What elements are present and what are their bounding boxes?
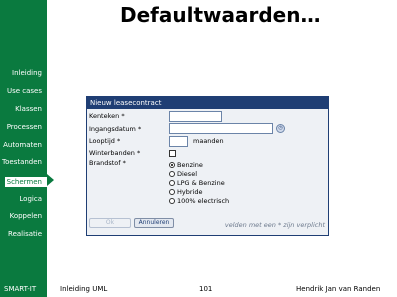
nav-item-realisatie[interactable]: Realisatie [8,230,42,238]
footer-author: Hendrik Jan van Randen [296,285,381,293]
radio-lpg-benzine[interactable]: LPG & Benzine [169,179,225,187]
radio-benzine[interactable]: Benzine [169,161,203,169]
calendar-icon[interactable]: ◷ [276,124,285,133]
radio-icon [169,198,175,204]
radio-icon [169,180,175,186]
footer-page-number: 101 [199,285,213,293]
required-fields-hint: velden met een * zijn verplicht [224,221,325,229]
dialog-title: Nieuw leasecontract [87,97,328,109]
nav-item-automaten[interactable]: Automaten [3,141,42,149]
nav-item-processen[interactable]: Processen [7,123,42,131]
page-title: Defaultwaarden… [120,3,321,27]
radio-electrisch[interactable]: 100% electrisch [169,197,229,205]
radio-selected-icon [169,162,175,168]
looptijd-label: Looptijd * [89,137,121,145]
radio-diesel[interactable]: Diesel [169,170,197,178]
sidebar: Inleiding Use cases Klassen Processen Au… [0,0,47,297]
nav-item-klassen[interactable]: Klassen [15,105,42,113]
dialog-nieuw-leasecontract: Nieuw leasecontract Kenteken * Ingangsda… [86,96,329,236]
ingangsdatum-label: Ingangsdatum * [89,125,142,133]
nav-item-use-cases[interactable]: Use cases [7,87,42,95]
active-nav-arrow-icon [47,174,54,186]
radio-hybride[interactable]: Hybride [169,188,202,196]
kenteken-label: Kenteken * [89,112,125,120]
nav-item-logica[interactable]: Logica [19,195,42,203]
ingangsdatum-input[interactable] [169,123,273,134]
nav-item-koppelen[interactable]: Koppelen [10,212,42,220]
winterbanden-checkbox[interactable] [169,150,176,157]
looptijd-unit: maanden [193,137,224,145]
footer-brand: SMART-IT [4,285,37,293]
annuleren-button[interactable]: Annuleren [134,218,174,228]
winterbanden-label: Winterbanden * [89,149,141,157]
brandstof-label: Brandstof * [89,159,126,167]
radio-icon [169,171,175,177]
nav-item-toestanden[interactable]: Toestanden [2,158,42,166]
nav-item-schermen[interactable]: Schermen [4,177,47,187]
kenteken-input[interactable] [169,111,222,122]
radio-icon [169,189,175,195]
footer-course: Inleiding UML [60,285,108,293]
ok-button[interactable]: Ok [89,218,131,228]
nav-item-inleiding[interactable]: Inleiding [12,69,42,77]
looptijd-input[interactable] [169,136,188,147]
